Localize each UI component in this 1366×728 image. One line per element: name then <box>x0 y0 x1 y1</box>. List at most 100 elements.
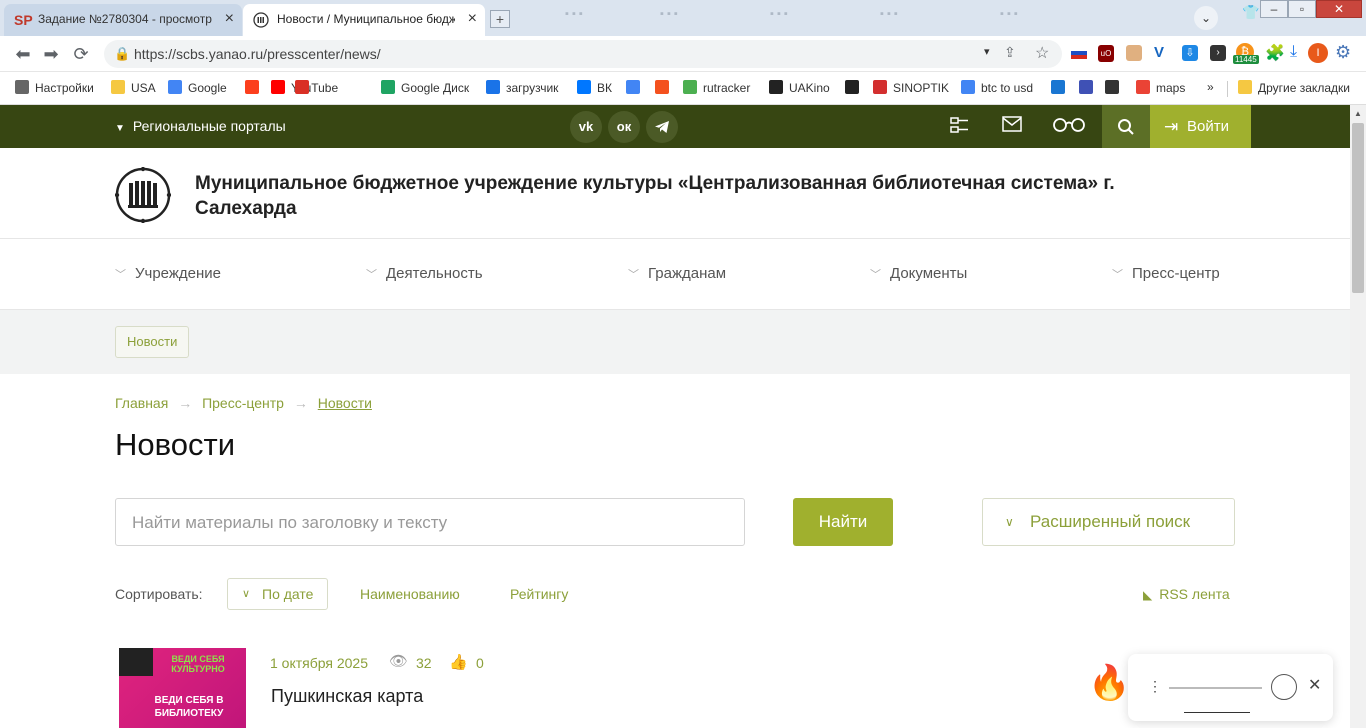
login-button[interactable]: ⇥ Войти <box>1150 105 1251 148</box>
section-subnav: Новости <box>0 310 1350 374</box>
menu-item-documents[interactable]: ﹀ Документы <box>870 265 967 282</box>
bookmark-item[interactable]: Google Диск <box>381 80 469 95</box>
sort-by-name-link[interactable]: Наименованию <box>360 586 460 602</box>
bookmark-item[interactable]: UAKino <box>769 80 830 95</box>
bookmark-item[interactable] <box>626 80 646 95</box>
tab-title: Задание №2780304 - просмотр з <box>38 12 212 26</box>
menu-item-presscenter[interactable]: ﹀ Пресс-центр <box>1112 265 1220 282</box>
sort-by-rating-link[interactable]: Рейтингу <box>510 586 568 602</box>
close-tab-icon[interactable]: × <box>468 4 477 34</box>
bookmark-item[interactable]: SINOPTIK <box>873 80 949 95</box>
browser-tab[interactable]: SP Задание №2780304 - просмотр з × <box>4 4 242 36</box>
google-icon <box>961 80 975 94</box>
bookmark-item[interactable] <box>655 80 675 95</box>
news-item[interactable]: ВЕДИ СЕБЯ КУЛЬТУРНО ВЕДИ СЕБЯ В БИБЛИОТЕ… <box>119 648 1219 728</box>
advanced-search-button[interactable]: ∨ Расширенный поиск <box>982 498 1235 546</box>
vk-social-icon[interactable]: vk <box>570 111 602 143</box>
star-icon[interactable]: ☆ <box>1035 43 1049 63</box>
thumbs-up-icon[interactable]: 👍 <box>449 653 468 671</box>
vpn-icon[interactable]: V <box>1154 44 1164 61</box>
other-bookmarks-folder[interactable]: Другие закладки <box>1238 80 1350 95</box>
breadcrumb-news[interactable]: Новости <box>318 395 372 411</box>
toggle-circle[interactable] <box>1271 674 1297 700</box>
ok-social-icon[interactable]: ок <box>608 111 640 143</box>
scrollbar-thumb[interactable] <box>1352 123 1364 293</box>
scroll-up-arrow[interactable]: ▲ <box>1354 109 1362 118</box>
menu-item-institution[interactable]: ﹀ Учреждение <box>115 265 221 282</box>
rss-link[interactable]: ◣ RSS лента <box>1143 586 1230 602</box>
bookmark-item[interactable] <box>1051 80 1071 95</box>
sort-by-date-button[interactable]: ∨ По дате <box>227 578 328 610</box>
bookmark-item[interactable] <box>245 80 265 95</box>
bookmark-item[interactable]: ВК <box>577 80 612 95</box>
bookmark-item[interactable]: загрузчик <box>486 80 558 95</box>
news-likes: 0 <box>476 655 484 671</box>
share-icon[interactable]: ⇪ <box>1004 44 1016 61</box>
progress-track[interactable] <box>1169 687 1262 689</box>
extension-face-icon[interactable] <box>1126 45 1142 61</box>
downloads-icon[interactable]: ⤓ <box>1290 43 1297 61</box>
news-title[interactable]: Пушкинская карта <box>271 686 423 707</box>
breadcrumb-presscenter[interactable]: Пресс-центр <box>202 395 284 411</box>
menu-item-citizens[interactable]: ﹀ Гражданам <box>628 265 726 282</box>
bookmark-item[interactable]: rutracker <box>683 80 750 95</box>
minimize-button[interactable]: – <box>1260 0 1288 18</box>
ublock-icon[interactable]: uO <box>1098 45 1114 62</box>
bookmark-item[interactable]: maps <box>1136 80 1185 95</box>
bookmark-item[interactable]: Google <box>168 80 227 95</box>
menu-label: Документы <box>890 265 968 282</box>
org-title-line1: Муниципальное бюджетное учреждение культ… <box>195 173 1115 194</box>
bookmark-item[interactable] <box>1105 80 1125 95</box>
search-button[interactable]: Найти <box>793 498 893 546</box>
breadcrumb-home[interactable]: Главная <box>115 395 168 411</box>
chevron-down-icon: ﹀ <box>1112 269 1123 281</box>
news-thumbnail[interactable]: ВЕДИ СЕБЯ КУЛЬТУРНО ВЕДИ СЕБЯ В БИБЛИОТЕ… <box>119 648 246 728</box>
tab-search-button[interactable]: ⌄ <box>1194 6 1218 30</box>
extensions-puzzle-icon[interactable]: 🧩 <box>1265 43 1285 63</box>
translate-icon <box>626 80 640 94</box>
folder-icon <box>1238 80 1252 94</box>
back-button[interactable]: ⬅ <box>12 44 34 64</box>
bookmark-item[interactable] <box>1079 80 1099 95</box>
library-logo-icon[interactable] <box>114 166 172 228</box>
close-icon[interactable]: ✕ <box>1308 675 1321 695</box>
bookmark-item[interactable]: USA <box>111 80 156 95</box>
subnav-item-news[interactable]: Новости <box>115 326 190 358</box>
sitemap-icon[interactable] <box>950 116 970 138</box>
regional-portals-toggle[interactable]: ▼ Региональные порталы <box>115 118 286 134</box>
close-window-button[interactable]: ✕ <box>1316 0 1362 18</box>
org-title[interactable]: Муниципальное бюджетное учреждение культ… <box>195 171 1195 221</box>
profile-avatar[interactable]: I <box>1308 43 1328 63</box>
new-tab-button[interactable]: + <box>490 10 510 28</box>
close-tab-icon[interactable]: × <box>225 4 234 34</box>
maximize-button[interactable]: ▫ <box>1288 0 1316 18</box>
browser-tab-active[interactable]: Новости / Муниципальное бюдж × <box>243 4 485 36</box>
search-toggle-button[interactable] <box>1102 105 1150 148</box>
download-ext-icon[interactable]: ⇩ <box>1182 45 1198 61</box>
gear-icon <box>15 80 29 94</box>
reload-button[interactable]: ⟳ <box>70 44 92 64</box>
drive-icon <box>381 80 395 94</box>
thumb-text-bottom: ВЕДИ СЕБЯ В БИБЛИОТЕКУ <box>154 695 224 719</box>
more-bookmarks-button[interactable]: » <box>1207 80 1214 94</box>
web-page: ▼ Региональные порталы vk ок ⇥ Войти Мун… <box>0 105 1350 728</box>
lock-icon: 🔒 <box>114 46 131 61</box>
sp-favicon-icon: SP <box>14 12 33 28</box>
mail-icon[interactable] <box>1002 116 1022 136</box>
settings-gear-icon[interactable]: ⚙ <box>1335 42 1351 63</box>
terminal-icon[interactable]: › <box>1210 45 1226 61</box>
search-input[interactable]: Найти материалы по заголовку и тексту <box>115 498 745 546</box>
forward-button[interactable]: ➡ <box>40 44 62 64</box>
bookmark-item[interactable] <box>295 80 315 95</box>
bookmark-item[interactable] <box>845 80 865 95</box>
ru-flag-icon[interactable] <box>1071 47 1087 59</box>
menu-item-activity[interactable]: ﹀ Деятельность <box>366 265 483 282</box>
menu-dots-icon[interactable]: ⋮ <box>1148 678 1162 695</box>
dropdown-icon[interactable]: ▾ <box>984 45 990 58</box>
telegram-social-icon[interactable] <box>646 111 678 143</box>
bookmark-item[interactable]: Настройки <box>15 80 94 95</box>
url-field[interactable]: 🔒 https://scbs.yanao.ru/presscenter/news… <box>104 40 1062 68</box>
glasses-accessibility-icon[interactable] <box>1052 116 1086 136</box>
bookmark-item[interactable]: btc to usd <box>961 80 1033 95</box>
page-scrollbar[interactable]: ▲ <box>1350 105 1366 728</box>
